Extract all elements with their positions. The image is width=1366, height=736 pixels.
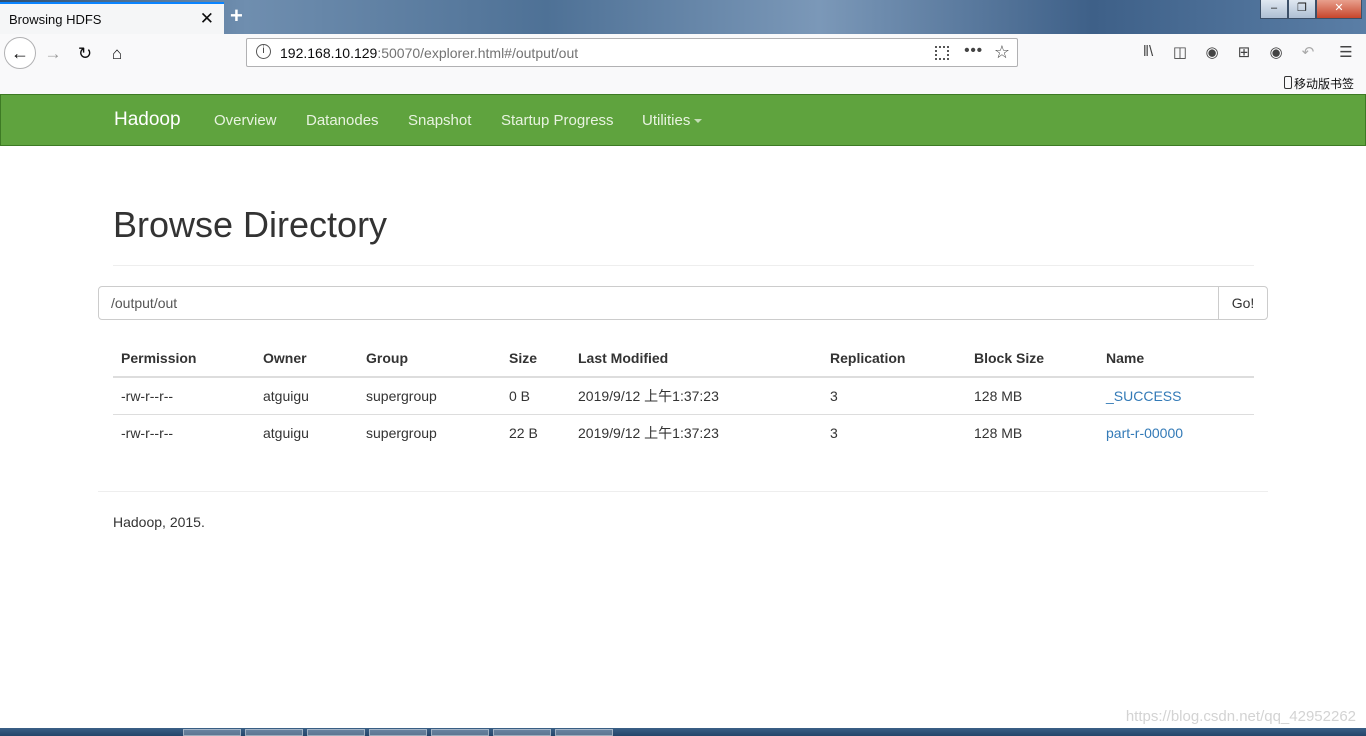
address-bar[interactable]: i 192.168.10.129:50070/explorer.html#/ou… bbox=[246, 38, 1018, 67]
col-replication[interactable]: Replication bbox=[822, 340, 966, 378]
nav-overview[interactable]: Overview bbox=[214, 112, 277, 129]
taskbar-item[interactable] bbox=[493, 729, 551, 736]
col-owner[interactable]: Owner bbox=[255, 340, 358, 378]
cell-replication: 3 bbox=[822, 414, 966, 451]
taskbar-item[interactable] bbox=[183, 729, 241, 736]
nav-utilities[interactable]: Utilities bbox=[642, 112, 703, 129]
cell-block-size: 128 MB bbox=[966, 414, 1098, 451]
cell-group: supergroup bbox=[358, 414, 501, 451]
star-icon[interactable]: ☆ bbox=[994, 42, 1010, 63]
maximize-button[interactable]: ❐ bbox=[1288, 0, 1316, 19]
forward-arrow-icon[interactable]: → bbox=[40, 41, 66, 67]
col-size[interactable]: Size bbox=[501, 340, 570, 378]
cell-owner: atguigu bbox=[263, 388, 309, 404]
cell-name: part-r-00000 bbox=[1098, 414, 1254, 451]
cell-size: 22 B bbox=[501, 414, 570, 451]
caret-down-icon bbox=[694, 119, 703, 124]
more-icon[interactable]: ••• bbox=[964, 42, 983, 59]
library-icon[interactable]: ‖\ bbox=[1138, 43, 1158, 60]
close-window-button[interactable]: ✕ bbox=[1316, 0, 1362, 19]
table-header-row: Permission Owner Group Size Last Modifie… bbox=[113, 340, 1254, 378]
chat-icon[interactable]: ◉ bbox=[1266, 43, 1286, 61]
nav-startup-progress[interactable]: Startup Progress bbox=[501, 112, 614, 129]
table-row: -rw-r--r-- atguigu supergroup 0 B 2019/9… bbox=[113, 377, 1254, 415]
sidebar-icon[interactable]: ◫ bbox=[1170, 43, 1190, 61]
reload-icon[interactable]: ↻ bbox=[72, 41, 98, 67]
cell-size: 0 B bbox=[509, 388, 531, 404]
cell-owner: atguigu bbox=[255, 414, 358, 451]
file-link[interactable]: part-r-00000 bbox=[1106, 425, 1183, 441]
go-button[interactable]: Go! bbox=[1218, 286, 1268, 320]
taskbar-item[interactable] bbox=[369, 729, 427, 736]
menu-icon[interactable]: ☰ bbox=[1336, 43, 1356, 61]
back-arrow-icon[interactable]: ← bbox=[4, 37, 36, 69]
taskbar-item[interactable] bbox=[307, 729, 365, 736]
footer-text: Hadoop, 2015. bbox=[113, 514, 205, 530]
cell-replication: 3 bbox=[830, 388, 838, 404]
col-name[interactable]: Name bbox=[1098, 340, 1254, 378]
browser-titlebar: Browsing HDFS ✕ + – ❐ ✕ bbox=[0, 0, 1366, 34]
footer-divider bbox=[98, 491, 1268, 492]
bookmarks-bar: 移动版书签 bbox=[0, 72, 1366, 94]
tab-title: Browsing HDFS bbox=[9, 12, 102, 27]
cell-group: supergroup bbox=[366, 388, 437, 404]
url-path: :50070/explorer.html#/output/out bbox=[377, 45, 579, 61]
qr-code-icon[interactable] bbox=[935, 46, 949, 60]
nav-datanodes[interactable]: Datanodes bbox=[306, 112, 379, 129]
file-link[interactable]: _SUCCESS bbox=[1106, 388, 1181, 404]
cell-last-modified: 2019/9/12 上午1:37:23 bbox=[578, 388, 719, 404]
col-block-size[interactable]: Block Size bbox=[966, 340, 1098, 378]
cell-permission: -rw-r--r-- bbox=[113, 414, 255, 451]
screenshot-icon[interactable]: ⊞ bbox=[1234, 43, 1254, 61]
brand-link[interactable]: Hadoop bbox=[114, 109, 181, 131]
cell-permission: -rw-r--r-- bbox=[121, 388, 174, 404]
cell-last-modified: 2019/9/12 上午1:37:23 bbox=[570, 414, 822, 451]
new-tab-button[interactable]: + bbox=[230, 4, 243, 28]
mobile-bookmarks-label: 移动版书签 bbox=[1293, 77, 1354, 91]
col-permission[interactable]: Permission bbox=[113, 340, 255, 378]
taskbar-item[interactable] bbox=[245, 729, 303, 736]
col-last-modified[interactable]: Last Modified bbox=[570, 340, 822, 378]
phone-icon bbox=[1283, 76, 1292, 89]
browser-tab[interactable]: Browsing HDFS ✕ bbox=[0, 2, 224, 34]
window-controls: – ❐ ✕ bbox=[1260, 0, 1362, 20]
info-icon[interactable]: i bbox=[256, 44, 271, 59]
minimize-button[interactable]: – bbox=[1260, 0, 1288, 19]
undo-icon[interactable]: ↶ bbox=[1298, 43, 1318, 61]
directory-path-input[interactable] bbox=[98, 286, 1219, 320]
mobile-bookmarks-link[interactable]: 移动版书签 bbox=[1283, 75, 1354, 92]
nav-utilities-label: Utilities bbox=[642, 112, 691, 129]
watermark: https://blog.csdn.net/qq_42952262 bbox=[1125, 708, 1356, 725]
taskbar-item[interactable] bbox=[431, 729, 489, 736]
url-text[interactable]: 192.168.10.129:50070/explorer.html#/outp… bbox=[280, 45, 578, 61]
cell-block-size: 128 MB bbox=[974, 388, 1023, 404]
taskbar-item[interactable] bbox=[555, 729, 613, 736]
home-icon[interactable]: ⌂ bbox=[104, 41, 130, 67]
table-row: -rw-r--r-- atguigu supergroup 22 B 2019/… bbox=[113, 414, 1254, 451]
browser-toolbar: ← → ↻ ⌂ i 192.168.10.129:50070/explorer.… bbox=[0, 34, 1366, 72]
os-taskbar bbox=[0, 728, 1366, 736]
directory-table: Permission Owner Group Size Last Modifie… bbox=[113, 340, 1254, 451]
col-group[interactable]: Group bbox=[358, 340, 501, 378]
hadoop-navbar: Hadoop Overview Datanodes Snapshot Start… bbox=[0, 94, 1366, 146]
url-host: 192.168.10.129 bbox=[280, 45, 378, 61]
divider bbox=[113, 265, 1254, 266]
close-tab-icon[interactable]: ✕ bbox=[200, 9, 214, 29]
cell-name: _SUCCESS bbox=[1098, 377, 1254, 415]
page-title: Browse Directory bbox=[113, 204, 388, 245]
nav-snapshot[interactable]: Snapshot bbox=[408, 112, 471, 129]
account-icon[interactable]: ◉ bbox=[1202, 43, 1222, 61]
